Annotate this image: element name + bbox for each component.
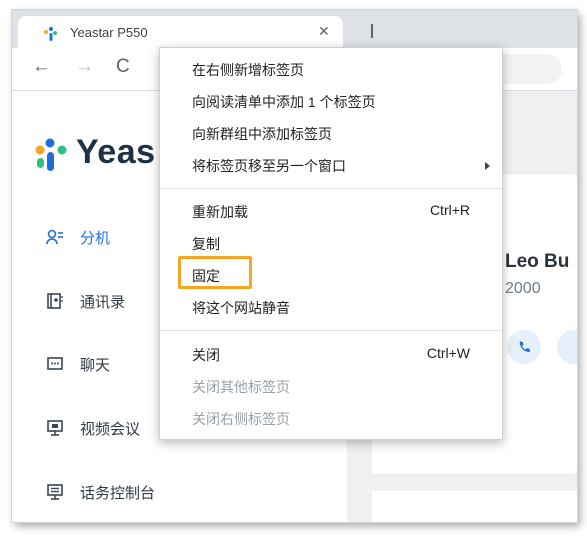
- menu-item-close-right: 关闭右侧标签页: [160, 404, 502, 434]
- sidebar-item-label: 视频会议: [80, 420, 141, 438]
- contact-extension: 2000: [505, 280, 541, 297]
- yeastar-logo-icon: [35, 138, 67, 171]
- menu-item-duplicate[interactable]: 复制: [160, 229, 502, 259]
- sidebar-item-operator-console[interactable]: 话务控制台: [46, 480, 155, 504]
- menu-item-close[interactable]: 关闭 Ctrl+W: [160, 340, 502, 370]
- menu-item-shortcut: Ctrl+W: [426, 345, 470, 361]
- contacts-icon: [46, 292, 64, 310]
- contact-card: [372, 491, 577, 522]
- sidebar-item-contacts[interactable]: 通讯录: [46, 289, 125, 313]
- sidebar-item-label: 聊天: [80, 356, 111, 374]
- tab-divider: [371, 24, 373, 38]
- tab-context-menu: 在右侧新增标签页 向阅读清单中添加 1 个标签页 向新群组中添加标签页 将标签页…: [159, 47, 503, 440]
- tab-strip: Yeastar P550 ✕: [12, 10, 577, 48]
- sidebar-item-chat[interactable]: 聊天: [46, 352, 110, 376]
- menu-item-label: 将标签页移至另一个窗口: [192, 158, 346, 174]
- menu-item-label: 复制: [192, 236, 220, 252]
- video-conference-icon: [46, 419, 64, 437]
- arrow-left-icon[interactable]: ←: [32, 57, 51, 77]
- operator-console-icon: [46, 483, 64, 501]
- yeastar-favicon-icon: [44, 27, 57, 41]
- menu-item-label: 关闭其他标签页: [192, 379, 290, 395]
- menu-separator: [160, 188, 502, 189]
- pin-highlight-box: [178, 256, 252, 289]
- sidebar-item-extension[interactable]: 分机: [46, 225, 110, 249]
- menu-item-shortcut: Ctrl+R: [429, 202, 470, 218]
- arrow-right-icon[interactable]: →: [75, 57, 94, 77]
- submenu-arrow-icon: [485, 162, 490, 170]
- phone-icon[interactable]: [507, 330, 541, 364]
- menu-item-move-to-window[interactable]: 将标签页移至另一个窗口: [160, 151, 502, 181]
- menu-item-label: 向新群组中添加标签页: [192, 126, 332, 142]
- menu-item-mute-site[interactable]: 将这个网站静音: [160, 293, 502, 323]
- menu-item-label: 关闭: [192, 347, 220, 363]
- menu-item-label: 关闭右侧标签页: [192, 411, 290, 427]
- menu-item-label: 重新加载: [192, 204, 248, 220]
- menu-item-label: 在右侧新增标签页: [192, 62, 304, 78]
- reload-icon[interactable]: C: [116, 57, 130, 77]
- close-icon[interactable]: ✕: [318, 23, 330, 40]
- contact-name: Leo Bu: [505, 251, 570, 272]
- sidebar-item-label: 话务控制台: [80, 484, 156, 502]
- menu-item-label: 向阅读清单中添加 1 个标签页: [192, 94, 376, 110]
- menu-item-label: 将这个网站静音: [192, 300, 290, 316]
- menu-item-add-to-reading-list[interactable]: 向阅读清单中添加 1 个标签页: [160, 87, 502, 117]
- tab-title: Yeastar P550: [70, 25, 148, 40]
- app-logo-text: Yeas: [76, 133, 156, 171]
- menu-item-add-to-new-group[interactable]: 向新群组中添加标签页: [160, 119, 502, 149]
- sidebar-item-label: 通讯录: [80, 293, 126, 311]
- chat-icon: [46, 355, 64, 373]
- menu-item-new-tab-right[interactable]: 在右侧新增标签页: [160, 55, 502, 85]
- menu-item-reload[interactable]: 重新加载 Ctrl+R: [160, 197, 502, 227]
- browser-tab[interactable]: Yeastar P550 ✕: [18, 16, 343, 48]
- sidebar-item-label: 分机: [80, 229, 111, 247]
- menu-separator: [160, 330, 502, 331]
- extension-icon: [46, 228, 64, 246]
- menu-item-close-others: 关闭其他标签页: [160, 372, 502, 402]
- sidebar-item-video-conference[interactable]: 视频会议: [46, 416, 140, 440]
- browser-window: Yeastar P550 ✕ ← → C 3 Yeas 分机: [12, 10, 577, 522]
